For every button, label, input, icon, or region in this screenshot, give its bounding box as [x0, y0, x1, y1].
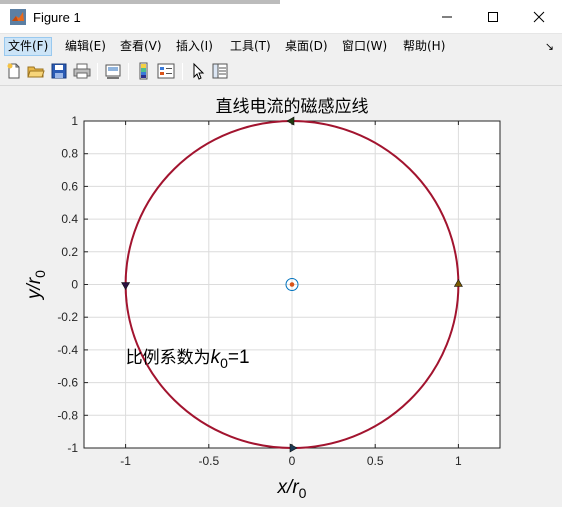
menu-edit[interactable]: 编辑(E) — [62, 37, 109, 56]
menu-file[interactable]: 文件(F) — [4, 37, 53, 56]
close-button[interactable] — [516, 0, 562, 34]
link-plot-icon[interactable] — [104, 62, 122, 80]
y-axis-label: y/r0 — [24, 270, 48, 301]
menu-desktop[interactable]: 桌面(D) — [282, 37, 331, 56]
figure-canvas[interactable]: -1 -0.5 0 0.5 1 1 0.8 0.6 0.4 0.2 0 -0.2 -0.4 -0.6 -0.… — [0, 87, 562, 507]
y-axis-label-text: y/r — [24, 277, 45, 301]
menu-help[interactable]: 帮助(H) — [400, 37, 448, 56]
annotation-subscript: 0 — [220, 355, 228, 371]
x-axis-label-text: x/r — [277, 477, 300, 498]
y-tick-label: 0.2 — [61, 245, 78, 259]
save-icon[interactable] — [50, 62, 68, 80]
annotation-prefix: 比例系数为 — [126, 348, 211, 368]
pointer-icon[interactable] — [189, 62, 207, 80]
close-icon — [533, 11, 545, 23]
x-tick-label: -1 — [120, 454, 131, 468]
menu-tools[interactable]: 工具(T) — [227, 37, 274, 56]
title-bar[interactable]: Figure 1 — [0, 0, 562, 34]
y-tick-label: -0.4 — [57, 343, 78, 357]
minimize-button[interactable] — [424, 0, 470, 34]
colorbar-icon[interactable] — [135, 62, 153, 80]
coefficient-annotation: 比例系数为k0=1 — [126, 347, 250, 371]
x-axis-label: x/r0 — [277, 477, 307, 501]
chart-title: 直线电流的磁感应线 — [216, 97, 369, 116]
open-file-icon[interactable] — [27, 62, 45, 80]
toolbar-separator — [182, 63, 183, 80]
maximize-icon — [488, 12, 498, 22]
y-tick-label: 1 — [71, 114, 78, 128]
property-editor-icon[interactable] — [211, 62, 229, 80]
annotation-suffix: =1 — [228, 347, 250, 368]
x-tick-label: 0.5 — [367, 454, 384, 468]
x-axis-label-subscript: 0 — [299, 485, 307, 501]
title-strip — [0, 0, 280, 4]
y-tick-label: -0.8 — [57, 408, 78, 422]
y-tick-label: 0 — [71, 278, 78, 292]
figure-toolbar — [0, 58, 562, 86]
y-tick-label: 0.4 — [61, 212, 78, 226]
y-tick-label: 0.8 — [61, 147, 78, 161]
plot-svg[interactable]: -1 -0.5 0 0.5 1 1 0.8 0.6 0.4 0.2 0 -0.2 -0.4 -0.6 -0.… — [0, 87, 562, 507]
maximize-button[interactable] — [470, 0, 516, 34]
current-marker-dot — [289, 282, 295, 287]
matlab-logo-icon — [10, 9, 26, 25]
y-axis-label-subscript: 0 — [32, 270, 48, 278]
menu-bar: 文件(F) 编辑(E) 查看(V) 插入(I) 工具(T) 桌面(D) 窗口(W… — [0, 34, 562, 58]
x-tick-label: -0.5 — [198, 454, 219, 468]
y-tick-label: -0.6 — [57, 376, 78, 390]
x-tick-label: 1 — [455, 454, 462, 468]
menu-view[interactable]: 查看(V) — [117, 37, 165, 56]
window-title: Figure 1 — [33, 10, 81, 25]
matlab-figure-window: Figure 1 文件(F) 编辑(E) 查看(V) 插入(I) 工具(T) 桌… — [0, 0, 562, 507]
print-icon[interactable] — [73, 62, 91, 80]
y-tick-label: -1 — [67, 441, 78, 455]
y-tick-label: -0.2 — [57, 310, 78, 324]
menu-overflow-icon[interactable]: ↘ — [545, 40, 554, 53]
toolbar-separator — [128, 63, 129, 80]
new-figure-icon[interactable] — [5, 62, 23, 80]
x-tick-label: 0 — [289, 454, 296, 468]
menu-window[interactable]: 窗口(W) — [339, 37, 390, 56]
menu-insert[interactable]: 插入(I) — [173, 37, 216, 56]
legend-icon[interactable] — [157, 62, 175, 80]
y-tick-label: 0.6 — [61, 179, 78, 193]
minimize-icon — [442, 16, 452, 18]
toolbar-separator — [97, 63, 98, 80]
